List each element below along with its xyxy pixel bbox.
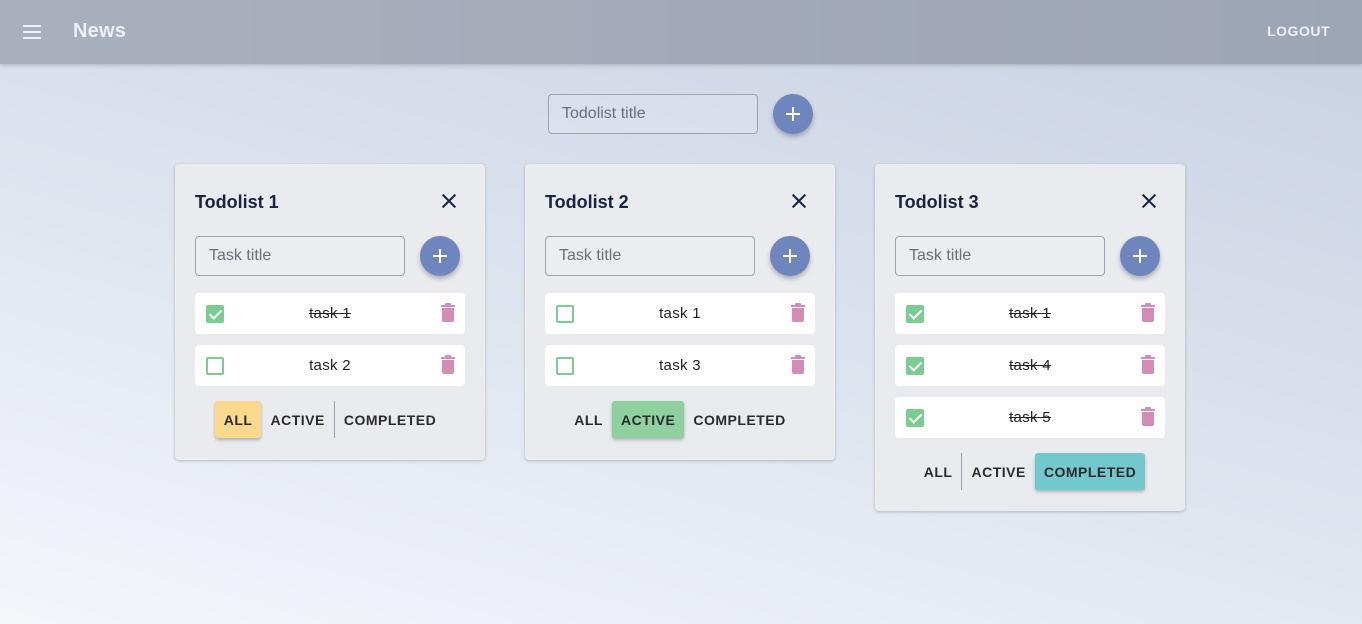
filter-completed-button[interactable]: COMPLETED — [1034, 453, 1146, 490]
filter-active-button[interactable]: ACTIVE — [611, 401, 685, 438]
task-label: task 3 — [659, 357, 701, 374]
task-label: task 4 — [1009, 357, 1051, 374]
close-icon[interactable] — [1140, 192, 1158, 210]
filter-completed-button[interactable]: COMPLETED — [684, 401, 794, 438]
task-checkbox[interactable] — [206, 357, 224, 375]
task-item: task 3 — [545, 345, 815, 386]
trash-icon[interactable] — [1141, 355, 1155, 374]
task-title-input[interactable] — [895, 236, 1105, 276]
todolist-card-3: Todolist 3 task 1 task 4 task 5 ALL ACTI… — [875, 164, 1185, 511]
todolist-title: Todolist 2 — [545, 192, 629, 212]
trash-icon[interactable] — [791, 303, 805, 322]
task-checkbox[interactable] — [906, 305, 924, 323]
trash-icon[interactable] — [1141, 407, 1155, 426]
logout-button[interactable]: LOGOUT — [1267, 23, 1330, 39]
menu-icon[interactable] — [21, 21, 45, 43]
task-item: task 2 — [195, 345, 465, 386]
trash-icon[interactable] — [441, 355, 455, 374]
filter-active-button[interactable]: ACTIVE — [261, 401, 333, 438]
add-task-button[interactable] — [1120, 236, 1160, 276]
task-label: task 1 — [309, 305, 351, 322]
filter-group: ALL ACTIVE COMPLETED — [525, 401, 835, 438]
filter-all-button[interactable]: ALL — [565, 401, 612, 438]
todolist-card-1: Todolist 1 task 1 task 2 ALL ACTIVE COMP… — [175, 164, 485, 460]
todolist-title: Todolist 3 — [895, 192, 979, 212]
task-item: task 5 — [895, 397, 1165, 438]
add-task-button[interactable] — [770, 236, 810, 276]
task-title-input[interactable] — [545, 236, 755, 276]
task-item: task 1 — [195, 293, 465, 334]
task-checkbox[interactable] — [556, 305, 574, 323]
todolist-title-input[interactable] — [548, 94, 758, 134]
filter-completed-button[interactable]: COMPLETED — [333, 401, 445, 438]
task-checkbox[interactable] — [906, 409, 924, 427]
task-label: task 2 — [309, 357, 351, 374]
todolist-card-2: Todolist 2 task 1 task 3 ALL ACTIVE COMP… — [525, 164, 835, 460]
filter-active-button[interactable]: ACTIVE — [961, 453, 1034, 490]
add-task-button[interactable] — [420, 236, 460, 276]
task-checkbox[interactable] — [906, 357, 924, 375]
task-title-input[interactable] — [195, 236, 405, 276]
close-icon[interactable] — [790, 192, 808, 210]
trash-icon[interactable] — [791, 355, 805, 374]
task-label: task 1 — [1009, 305, 1051, 322]
filter-all-button[interactable]: ALL — [214, 401, 262, 438]
trash-icon[interactable] — [1141, 303, 1155, 322]
app-bar: News LOGOUT — [0, 0, 1362, 64]
task-item: task 1 — [545, 293, 815, 334]
task-checkbox[interactable] — [206, 305, 224, 323]
app-title: News — [73, 20, 127, 42]
filter-group: ALL ACTIVE COMPLETED — [175, 401, 485, 438]
add-todolist-button[interactable] — [773, 94, 813, 134]
filter-group: ALL ACTIVE COMPLETED — [875, 453, 1185, 490]
task-checkbox[interactable] — [556, 357, 574, 375]
task-item: task 4 — [895, 345, 1165, 386]
task-item: task 1 — [895, 293, 1165, 334]
filter-all-button[interactable]: ALL — [915, 453, 962, 490]
todolist-title: Todolist 1 — [195, 192, 279, 212]
task-label: task 1 — [659, 305, 701, 322]
close-icon[interactable] — [440, 192, 458, 210]
task-label: task 5 — [1009, 409, 1051, 426]
trash-icon[interactable] — [441, 303, 455, 322]
